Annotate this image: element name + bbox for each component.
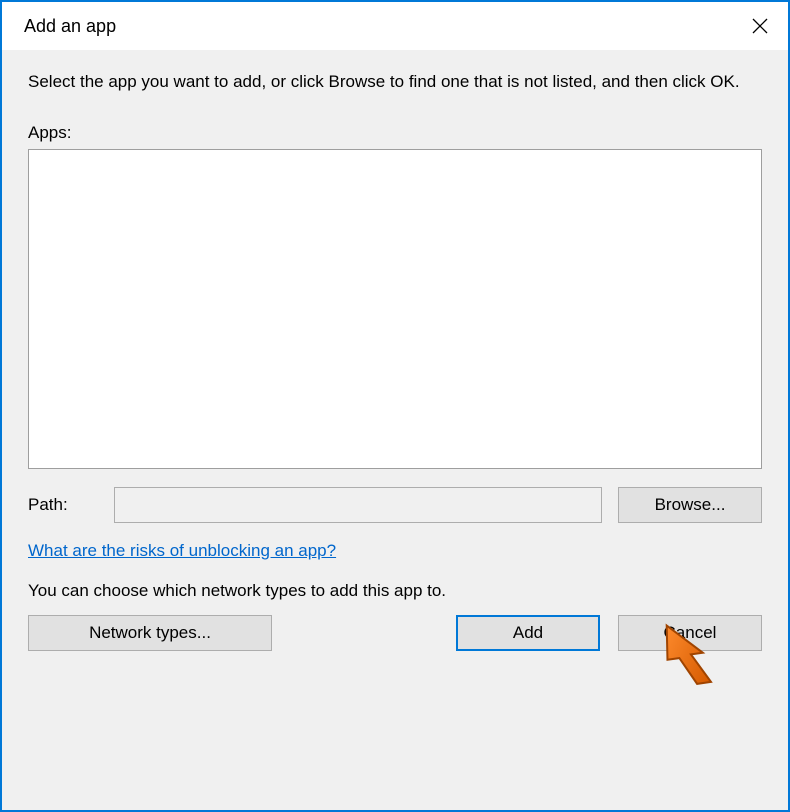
close-button[interactable] (732, 2, 788, 50)
add-button[interactable]: Add (456, 615, 600, 651)
apps-label: Apps: (28, 123, 762, 143)
network-types-text: You can choose which network types to ad… (28, 581, 762, 601)
path-row: Path: Browse... (28, 487, 762, 523)
description-text: Select the app you want to add, or click… (28, 70, 762, 95)
button-row: Network types... Add Cancel (28, 615, 762, 651)
risks-link[interactable]: What are the risks of unblocking an app? (28, 541, 336, 561)
close-icon (752, 18, 768, 34)
add-app-dialog: Add an app Select the app you want to ad… (0, 0, 790, 812)
path-input[interactable] (114, 487, 602, 523)
path-label: Path: (28, 495, 98, 515)
apps-listbox[interactable] (28, 149, 762, 469)
titlebar: Add an app (2, 2, 788, 50)
dialog-title: Add an app (24, 16, 116, 37)
browse-button[interactable]: Browse... (618, 487, 762, 523)
dialog-content: Select the app you want to add, or click… (2, 50, 788, 810)
cancel-button[interactable]: Cancel (618, 615, 762, 651)
network-types-button[interactable]: Network types... (28, 615, 272, 651)
